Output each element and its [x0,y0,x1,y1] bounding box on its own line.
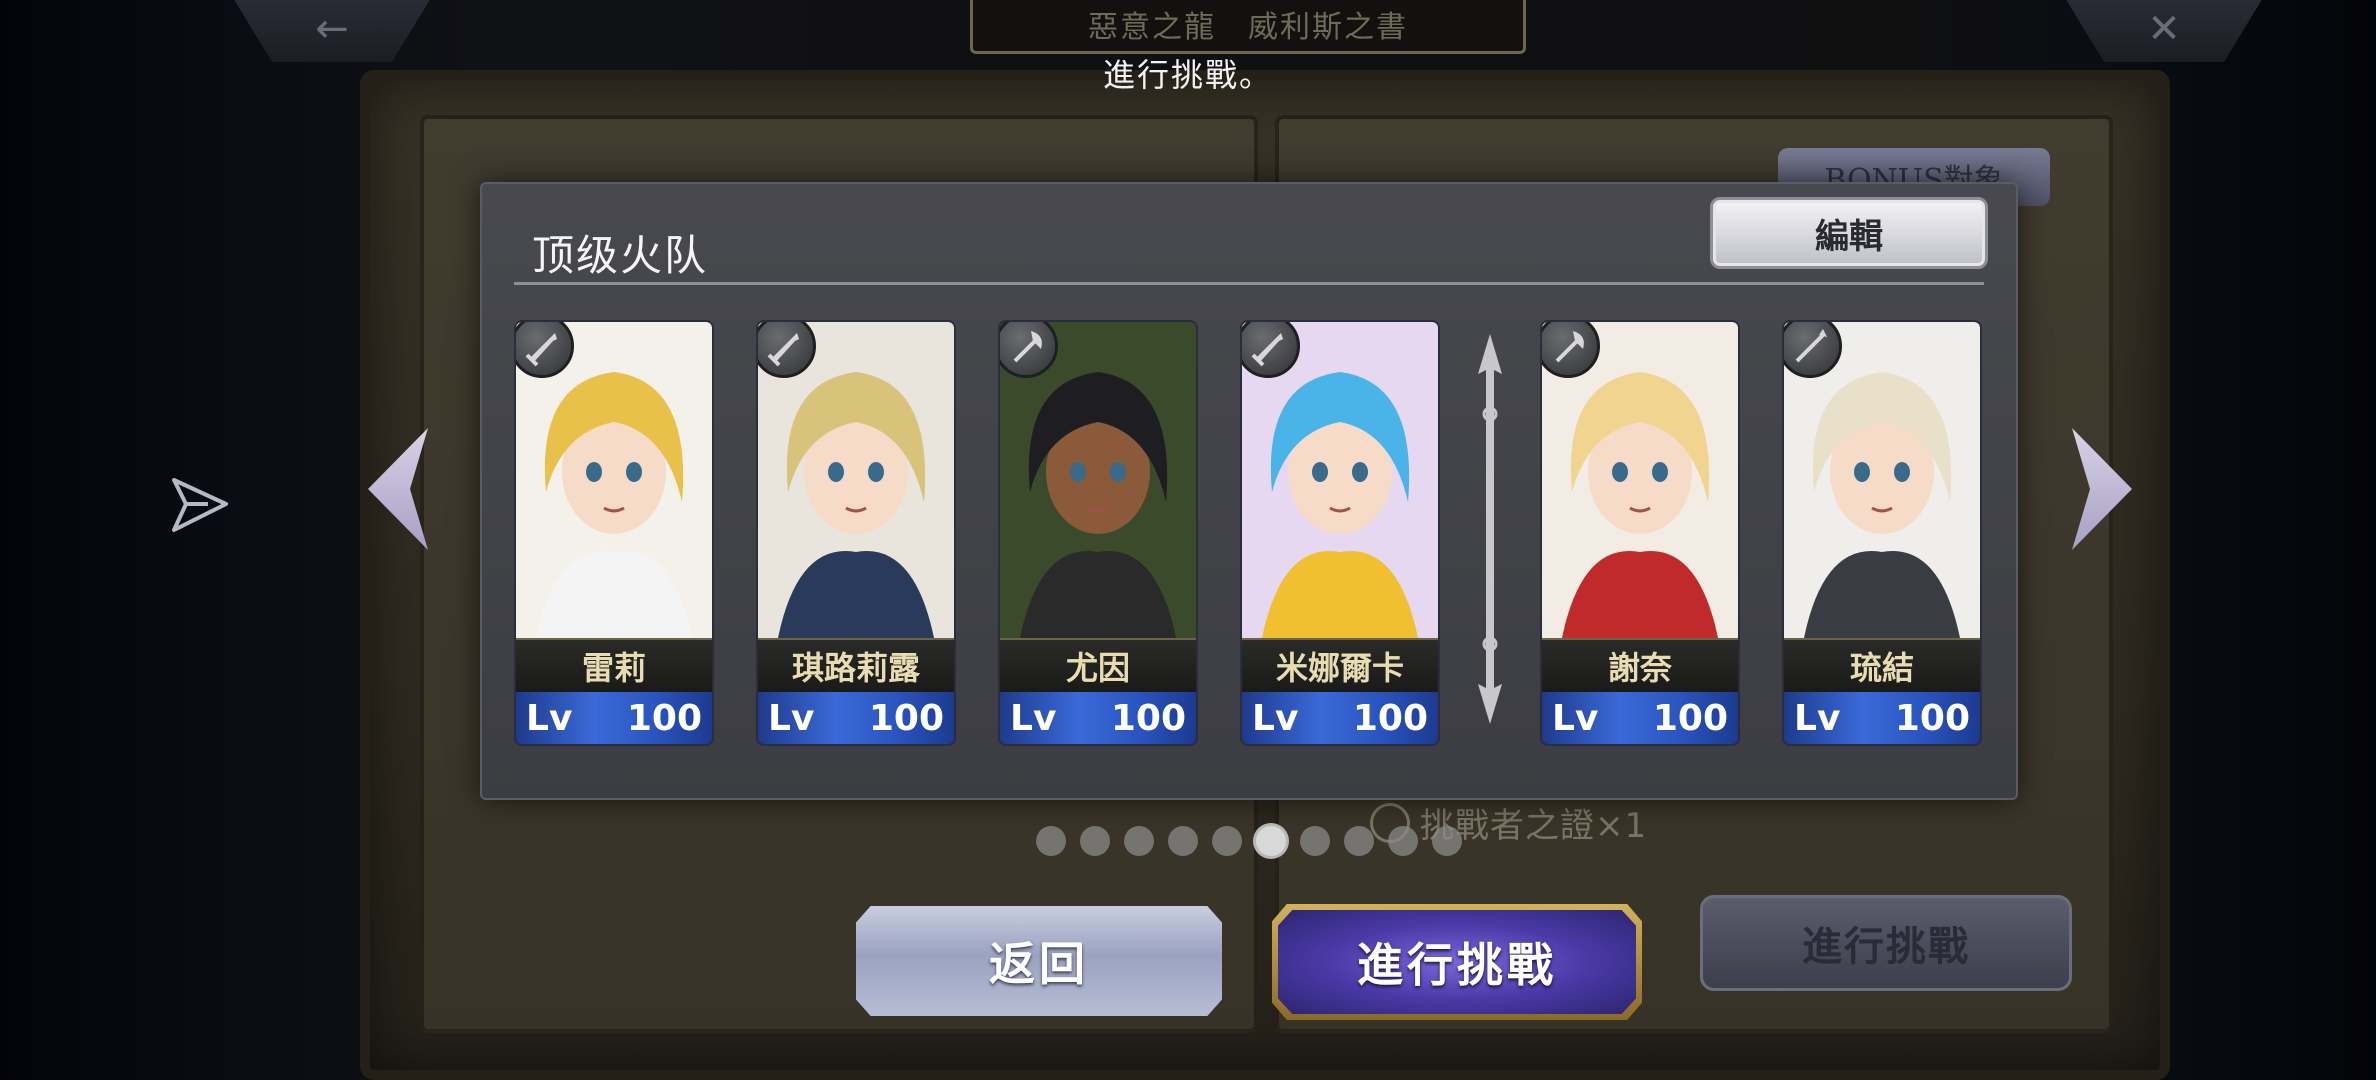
page-dot[interactable] [1168,826,1198,856]
stage-subtitle: 進行挑戰。 [1102,56,1273,94]
weapon-type-badge [516,322,574,378]
page-dot[interactable] [1300,826,1330,856]
challenge-button-label: 進行挑戰 [1278,910,1636,1014]
page-dot[interactable] [1256,826,1286,856]
character-level-bar: Lv 100 [1242,692,1438,744]
axe-icon [1555,331,1584,363]
sword-icon [767,333,799,367]
level-label: Lv [1252,697,1299,739]
level-label: Lv [1010,697,1057,739]
background-challenge-button: 進行挑戰 [1700,895,2072,991]
level-label: Lv [768,697,815,739]
page-dot[interactable] [1432,826,1462,856]
character-name: 尤因 [1000,638,1196,694]
title-divider [514,282,1984,285]
weapon-type-badge [1242,322,1300,378]
spear-icon [1795,329,1827,363]
sword-icon [525,333,557,367]
character-name: 琉結 [1784,638,1980,694]
party-name: 顶级火队 [532,231,709,280]
page-dot[interactable] [1036,826,1066,856]
page-dot[interactable] [1212,826,1242,856]
party-pagination [1036,826,1462,856]
return-button[interactable]: 返回 [856,906,1222,1016]
weapon-type-badge [1784,322,1842,378]
weapon-type-badge [758,322,816,378]
party-member-card[interactable]: 米娜爾卡 Lv 100 [1240,320,1440,746]
stage-title: 惡意之龍 威利斯之書 [970,0,1526,54]
party-member-card[interactable]: 琉結 Lv 100 [1782,320,1982,746]
character-name: 雷莉 [516,638,712,694]
character-level-bar: Lv 100 [516,692,712,744]
sub-party-divider-icon [1478,334,1502,724]
close-icon: ✕ [2147,6,2181,52]
level-value: 100 [868,697,944,739]
character-level-bar: Lv 100 [758,692,954,744]
character-level-bar: Lv 100 [1000,692,1196,744]
level-value: 100 [1110,697,1186,739]
character-name: 米娜爾卡 [1242,638,1438,694]
party-member-card[interactable]: 雷莉 Lv 100 [514,320,714,746]
party-member-card[interactable]: 謝奈 Lv 100 [1540,320,1740,746]
share-icon[interactable] [168,472,232,536]
page-dot[interactable] [1388,826,1418,856]
level-value: 100 [1652,697,1728,739]
level-label: Lv [1552,697,1599,739]
character-name: 謝奈 [1542,638,1738,694]
party-member-card[interactable]: 尤因 Lv 100 [998,320,1198,746]
page-dot[interactable] [1080,826,1110,856]
level-value: 100 [1352,697,1428,739]
page-dot[interactable] [1124,826,1154,856]
edit-button[interactable]: 編輯 [1710,197,1988,269]
level-label: Lv [526,697,573,739]
level-label: Lv [1794,697,1841,739]
weapon-type-badge [1000,322,1058,378]
challenge-button[interactable]: 進行挑戰 [1272,904,1642,1020]
back-arrow-icon: ← [315,6,349,52]
character-level-bar: Lv 100 [1784,692,1980,744]
sword-icon [1251,333,1283,367]
party-member-card[interactable]: 琪路莉露 Lv 100 [756,320,956,746]
level-value: 100 [1894,697,1970,739]
weapon-type-badge [1542,322,1600,378]
axe-icon [1013,331,1042,363]
party-modal: 顶级火队 編輯 雷莉 Lv 100 琪路莉露 Lv 100 尤因 Lv 100 … [480,182,2018,800]
level-value: 100 [626,697,702,739]
character-name: 琪路莉露 [758,638,954,694]
page-dot[interactable] [1344,826,1374,856]
character-level-bar: Lv 100 [1542,692,1738,744]
